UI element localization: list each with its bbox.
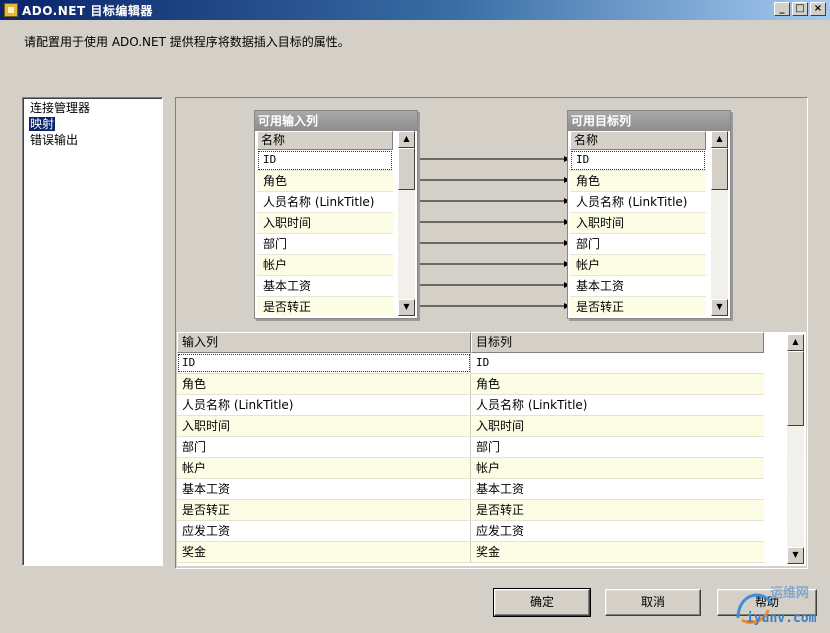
input-column-row[interactable]: 人员名称 (LinkTitle)	[257, 192, 393, 213]
grid-target-cell[interactable]: 是否转正	[471, 500, 764, 520]
grid-input-cell[interactable]: 角色	[177, 374, 471, 394]
grid-row[interactable]: 人员名称 (LinkTitle) 人员名称 (LinkTitle)	[177, 395, 764, 416]
description-text: 请配置用于使用 ADO.NET 提供程序将数据插入目标的属性。	[24, 35, 350, 49]
ok-button[interactable]: 确定	[493, 588, 591, 617]
input-name-header: 名称	[257, 131, 393, 150]
target-column-row[interactable]: 是否转正	[570, 297, 706, 316]
app-icon	[4, 3, 18, 17]
input-box-title: 可用输入列	[255, 111, 417, 131]
grid-input-cell[interactable]: ID	[177, 353, 471, 373]
scroll-thumb[interactable]	[711, 148, 728, 190]
input-column-row[interactable]: 角色	[257, 171, 393, 192]
grid-target-cell[interactable]: 基本工资	[471, 479, 764, 499]
watermark-url: iyunv.com	[746, 611, 817, 626]
grid-row[interactable]: 帐户 帐户	[177, 458, 764, 479]
nav-item-connection-manager[interactable]: 连接管理器	[29, 101, 91, 115]
grid-input-cell[interactable]: 是否转正	[177, 500, 471, 520]
scroll-down-icon[interactable]: ▼	[711, 299, 728, 316]
grid-input-cell[interactable]: 人员名称 (LinkTitle)	[177, 395, 471, 415]
window-title: ADO.NET 目标编辑器	[22, 3, 153, 18]
input-column-row[interactable]: 帐户	[257, 255, 393, 276]
grid-target-cell[interactable]: 应发工资	[471, 521, 764, 541]
available-target-columns-box[interactable]: 可用目标列 名称 ID 角色 人员名称 (LinkTitle) 入职时间 部门 帐户 基本工…	[567, 110, 731, 319]
target-column-row[interactable]: 人员名称 (LinkTitle)	[570, 192, 706, 213]
grid-row[interactable]: 基本工资 基本工资	[177, 479, 764, 500]
grid-rows: ID ID 角色 角色 人员名称 (LinkTitle) 人员名称 (LinkTitle)…	[177, 353, 764, 563]
target-column-row[interactable]: 角色	[570, 171, 706, 192]
target-box-title: 可用目标列	[568, 111, 730, 131]
grid-scrollbar[interactable]: ▲ ▼	[787, 334, 804, 564]
grid-target-cell[interactable]: 部门	[471, 437, 764, 457]
grid-target-cell[interactable]: 奖金	[471, 542, 764, 562]
cancel-button[interactable]: 取消	[605, 589, 701, 616]
target-box-scrollbar[interactable]: ▲ ▼	[711, 131, 728, 316]
grid-row[interactable]: 奖金 奖金	[177, 542, 764, 563]
scroll-up-icon[interactable]: ▲	[711, 131, 728, 148]
window-controls: _ □ ×	[774, 2, 826, 16]
scroll-thumb[interactable]	[398, 148, 415, 190]
minimize-button[interactable]: _	[774, 2, 790, 16]
nav-panel: 连接管理器 映射 错误输出	[22, 97, 163, 566]
watermark-logo: 运维网 iyunv.com	[732, 580, 828, 630]
target-column-list: ID 角色 人员名称 (LinkTitle) 入职时间 部门 帐户 基本工资 是否转正	[570, 150, 706, 316]
scroll-down-icon[interactable]: ▼	[787, 547, 804, 564]
grid-header-input-column[interactable]: 输入列	[177, 332, 471, 353]
grid-input-cell[interactable]: 奖金	[177, 542, 471, 562]
grid-input-cell[interactable]: 部门	[177, 437, 471, 457]
grid-row[interactable]: ID ID	[177, 353, 764, 374]
input-column-list: ID 角色 人员名称 (LinkTitle) 入职时间 部门 帐户 基本工资 是否转正	[257, 150, 393, 316]
title-bar: ADO.NET 目标编辑器 _ □ ×	[0, 0, 830, 20]
scroll-down-icon[interactable]: ▼	[398, 299, 415, 316]
grid-row[interactable]: 是否转正 是否转正	[177, 500, 764, 521]
scroll-up-icon[interactable]: ▲	[787, 334, 804, 351]
target-column-row[interactable]: 帐户	[570, 255, 706, 276]
grid-row[interactable]: 应发工资 应发工资	[177, 521, 764, 542]
input-box-scrollbar[interactable]: ▲ ▼	[398, 131, 415, 316]
available-input-columns-box[interactable]: 可用输入列 名称 ID 角色 人员名称 (LinkTitle) 入职时间 部门 帐户 基本工…	[254, 110, 418, 319]
grid-header: 输入列 目标列	[177, 332, 764, 353]
target-column-row[interactable]: ID	[570, 150, 706, 171]
grid-input-cell[interactable]: 入职时间	[177, 416, 471, 436]
grid-input-cell[interactable]: 帐户	[177, 458, 471, 478]
grid-target-cell[interactable]: 角色	[471, 374, 764, 394]
grid-target-cell[interactable]: 帐户	[471, 458, 764, 478]
target-column-row[interactable]: 基本工资	[570, 276, 706, 297]
input-column-row[interactable]: 基本工资	[257, 276, 393, 297]
input-column-row[interactable]: ID	[257, 150, 393, 171]
mapping-diagram[interactable]: 可用输入列 名称 ID 角色 人员名称 (LinkTitle) 入职时间 部门 帐户 基本工…	[177, 99, 806, 326]
target-name-header: 名称	[570, 131, 706, 150]
grid-row[interactable]: 部门 部门	[177, 437, 764, 458]
close-button[interactable]: ×	[810, 2, 826, 16]
maximize-button[interactable]: □	[792, 2, 808, 16]
grid-input-cell[interactable]: 基本工资	[177, 479, 471, 499]
scroll-thumb[interactable]	[787, 351, 804, 426]
scroll-up-icon[interactable]: ▲	[398, 131, 415, 148]
grid-header-target-column[interactable]: 目标列	[471, 332, 764, 353]
nav-item-mappings[interactable]: 映射	[29, 117, 56, 131]
grid-input-cell[interactable]: 应发工资	[177, 521, 471, 541]
grid-target-cell[interactable]: ID	[471, 353, 764, 373]
watermark-text: 运维网	[770, 586, 810, 601]
input-column-row[interactable]: 部门	[257, 234, 393, 255]
input-column-row[interactable]: 是否转正	[257, 297, 393, 316]
mapping-grid[interactable]: 输入列 目标列 ID ID 角色 角色 人员名称 (LinkTitle) 人员名称 (Li…	[177, 332, 806, 566]
input-column-row[interactable]: 入职时间	[257, 213, 393, 234]
grid-target-cell[interactable]: 人员名称 (LinkTitle)	[471, 395, 764, 415]
grid-row[interactable]: 入职时间 入职时间	[177, 416, 764, 437]
target-column-row[interactable]: 入职时间	[570, 213, 706, 234]
grid-target-cell[interactable]: 入职时间	[471, 416, 764, 436]
nav-item-error-output[interactable]: 错误输出	[29, 133, 79, 147]
grid-row[interactable]: 角色 角色	[177, 374, 764, 395]
target-column-row[interactable]: 部门	[570, 234, 706, 255]
